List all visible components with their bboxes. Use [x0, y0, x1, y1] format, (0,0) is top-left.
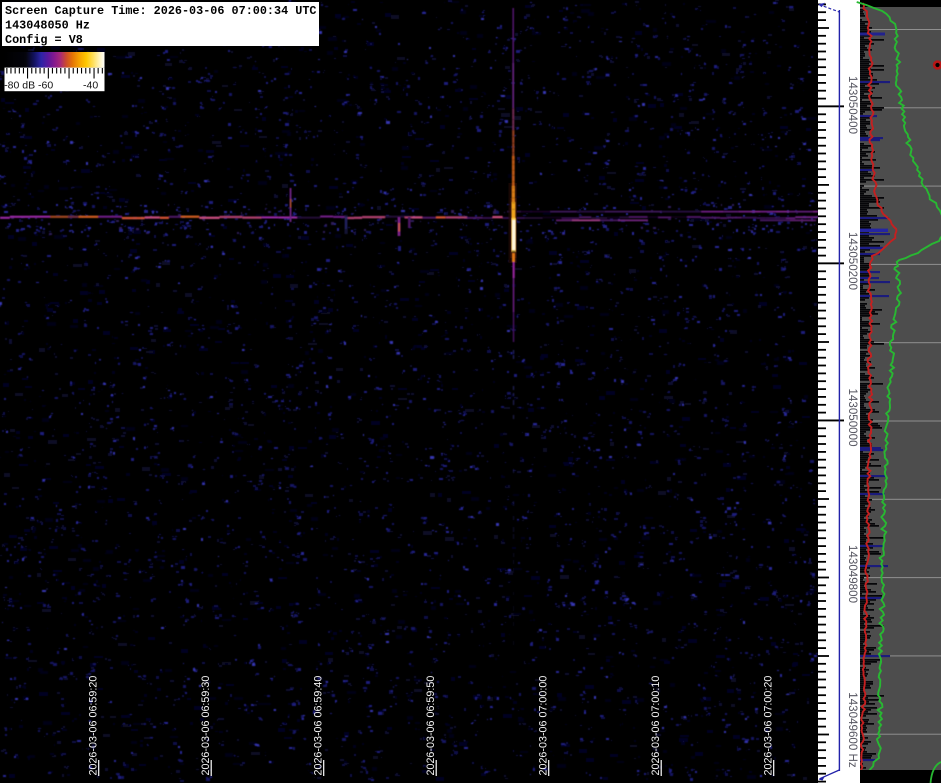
svg-text:2026-03-06 06:59:40: 2026-03-06 06:59:40	[313, 676, 325, 776]
svg-text:143050400: 143050400	[846, 76, 859, 134]
svg-text:2026-03-06 06:59:20: 2026-03-06 06:59:20	[88, 676, 100, 776]
svg-text:2026-03-06 07:00:10: 2026-03-06 07:00:10	[650, 676, 662, 776]
svg-text:2026-03-06 06:59:50: 2026-03-06 06:59:50	[425, 676, 437, 776]
svg-text:2026-03-06 06:59:30: 2026-03-06 06:59:30	[200, 676, 212, 776]
svg-text:143050000: 143050000	[846, 388, 859, 446]
svg-text:Screen Capture Time: 2026-03-0: Screen Capture Time: 2026-03-06 07:00:34…	[5, 4, 317, 18]
svg-text:143049600 Hz: 143049600 Hz	[846, 692, 859, 768]
svg-text:Config = V8: Config = V8	[5, 33, 83, 47]
svg-text:143048050 Hz: 143048050 Hz	[5, 19, 90, 33]
svg-text:2026-03-06 07:00:00: 2026-03-06 07:00:00	[538, 676, 550, 776]
svg-text:143050200: 143050200	[846, 232, 859, 290]
svg-text:-80 dB -60: -80 dB -60	[4, 80, 53, 92]
svg-text:2026-03-06 07:00:20: 2026-03-06 07:00:20	[763, 676, 775, 776]
svg-text:143049800: 143049800	[846, 545, 859, 603]
svg-text:-40: -40	[83, 80, 98, 92]
